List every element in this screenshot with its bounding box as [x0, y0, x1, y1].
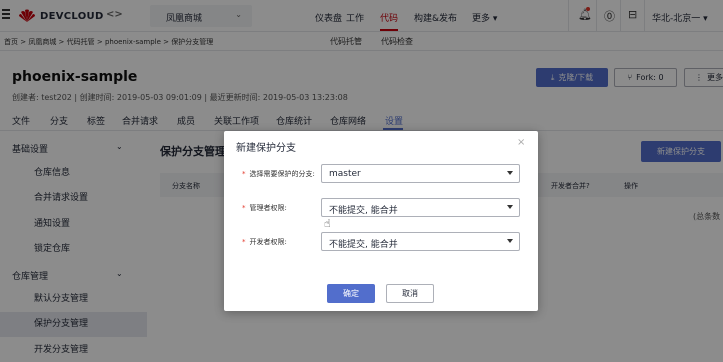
branch-field-label: * 选择需要保护的分支: [242, 170, 315, 178]
new-protected-branch-dialog: 新建保护分支 × * 选择需要保护的分支: master * 管理者权限: 不能提交… [224, 131, 538, 311]
close-icon[interactable]: × [517, 137, 525, 148]
branch-select-value: master [329, 169, 361, 179]
hand-cursor-icon: ☝ [324, 217, 331, 230]
dev-permission-label: * 开发者权限: [242, 238, 287, 246]
cancel-button[interactable]: 取消 [386, 284, 434, 303]
dev-permission-select[interactable]: 不能提交, 能合并 [321, 232, 520, 251]
admin-permission-label: * 管理者权限: [242, 204, 287, 212]
confirm-button[interactable]: 确定 [327, 284, 375, 303]
caret-down-icon [507, 205, 513, 209]
caret-down-icon [507, 171, 513, 175]
caret-down-icon [507, 239, 513, 243]
admin-permission-select[interactable]: 不能提交, 能合并 [321, 198, 520, 217]
admin-permission-value: 不能提交, 能合并 [329, 206, 398, 216]
dialog-title: 新建保护分支 [236, 143, 296, 154]
dev-permission-value: 不能提交, 能合并 [329, 240, 398, 250]
branch-select[interactable]: master [321, 164, 520, 183]
